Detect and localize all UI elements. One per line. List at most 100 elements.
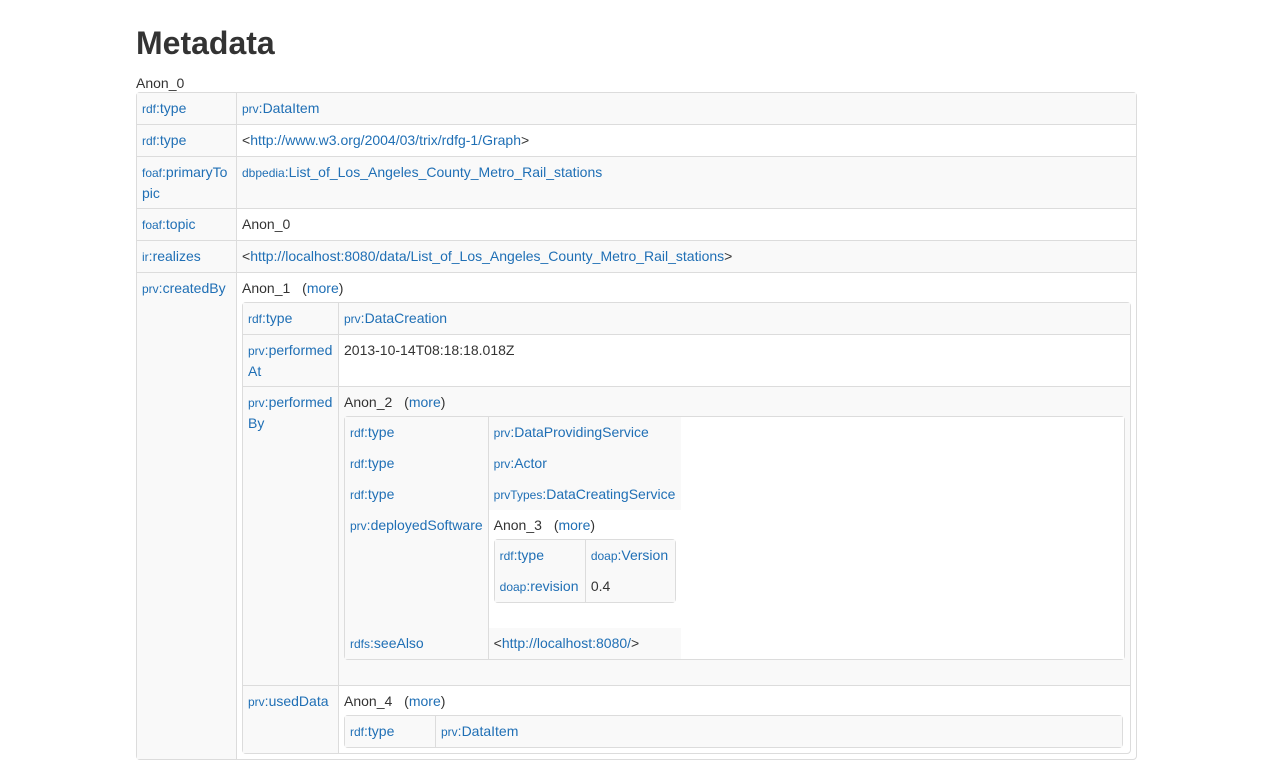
property-link: rdf:type	[499, 547, 545, 563]
subject-label: Anon_0	[136, 75, 185, 91]
property-cell[interactable]: rdf:type	[243, 303, 339, 334]
table-row: rdfs:seeAlso <http://localhost:8080/>	[345, 628, 681, 659]
value-link: prv:DataProvidingService	[493, 424, 649, 440]
node-label: Anon_2	[344, 394, 393, 410]
value-link: prv:DataItem	[441, 723, 519, 739]
value-cell: Anon_2 (more) rdf:type prv:DataProviding…	[339, 386, 1130, 685]
more-link[interactable]: more	[409, 394, 441, 410]
property-link: doap:revision	[499, 578, 579, 594]
property-cell[interactable]: rdf:type	[494, 540, 586, 571]
node-label: Anon_3	[493, 517, 542, 533]
value-link: prv:DataItem	[242, 100, 320, 116]
table-row: prv:performedAt 2013-10-14T08:18:18.018Z	[243, 334, 1130, 386]
property-link: foaf:topic	[142, 216, 196, 232]
table-row: prv:deployedSoftware Anon_3 (more) rdf:t…	[345, 510, 681, 628]
property-cell[interactable]: rdfs:seeAlso	[345, 628, 489, 659]
property-cell[interactable]: prv:performedBy	[243, 386, 339, 685]
value-cell: <http://localhost:8080/data/List_of_Los_…	[237, 240, 1136, 272]
value-cell: 0.4	[585, 571, 675, 602]
table-row: rdf:type prv:DataCreation	[243, 303, 1130, 334]
value-cell: Anon_4 (more) rdf:type prv:DataItem	[339, 685, 1130, 753]
value-cell[interactable]: prv:DataItem	[436, 716, 1122, 747]
more-link[interactable]: more	[409, 693, 441, 709]
property-link: prv:createdBy	[142, 280, 226, 296]
more-toggle: (more)	[553, 517, 596, 533]
property-link: rdf:type	[142, 132, 187, 148]
more-toggle: (more)	[404, 693, 446, 709]
table-row: rdf:type prv:DataItem	[137, 93, 1136, 124]
metadata-table: rdf:type prv:DataItem rdf:type <http://w…	[136, 92, 1137, 760]
property-link: prv:usedData	[248, 693, 329, 709]
value-link: prv:Actor	[493, 455, 547, 471]
property-cell[interactable]: rdf:type	[345, 448, 489, 479]
value-link: dbpedia:List_of_Los_Angeles_County_Metro…	[242, 164, 603, 180]
page-title: Metadata	[136, 25, 275, 61]
property-cell[interactable]: rdf:type	[345, 479, 489, 510]
property-link: rdf:type	[248, 310, 293, 326]
property-cell[interactable]: rdf:type	[137, 124, 237, 156]
table-row: rdf:type prv:Actor	[345, 448, 681, 479]
uri-link[interactable]: http://www.w3.org/2004/03/trix/rdfg-1/Gr…	[250, 132, 521, 148]
value-link: prvTypes:DataCreatingService	[493, 486, 676, 502]
table-row: rdf:type prvTypes:DataCreatingService	[345, 479, 681, 510]
property-cell[interactable]: rdf:type	[345, 716, 436, 747]
value-cell[interactable]: doap:Version	[585, 540, 675, 571]
property-link: rdf:type	[350, 455, 395, 471]
property-link: rdf:type	[350, 424, 395, 440]
property-link: prv:performedBy	[248, 394, 333, 431]
service-table: rdf:type prv:DataProvidingService rdf:ty…	[345, 417, 681, 659]
property-cell[interactable]: rdf:type	[137, 93, 237, 124]
property-cell[interactable]: prv:performedAt	[243, 334, 339, 386]
property-link: ir:realizes	[142, 248, 201, 264]
table-row: rdf:type prv:DataItem	[345, 716, 1122, 747]
property-cell[interactable]: prv:deployedSoftware	[345, 510, 489, 628]
property-cell[interactable]: foaf:primaryTopic	[137, 156, 237, 208]
value-link: prv:DataCreation	[344, 310, 448, 326]
value-cell: <http://www.w3.org/2004/03/trix/rdfg-1/G…	[237, 124, 1136, 156]
property-cell[interactable]: prv:createdBy	[137, 272, 237, 759]
value-cell: Anon_1 (more) rdf:type prv:DataCreation …	[237, 272, 1136, 759]
value-cell: <http://localhost:8080/>	[488, 628, 681, 659]
table-row: doap:revision 0.4	[494, 571, 675, 602]
table-row: rdf:type <http://www.w3.org/2004/03/trix…	[137, 124, 1136, 156]
property-link: rdf:type	[350, 723, 395, 739]
value-cell[interactable]: prv:DataProvidingService	[488, 417, 681, 448]
node-label: Anon_1	[242, 280, 291, 296]
more-toggle: (more)	[404, 394, 446, 410]
more-link[interactable]: more	[558, 517, 590, 533]
more-link[interactable]: more	[307, 280, 339, 296]
nested-table-creation: rdf:type prv:DataCreation prv:performedA…	[242, 302, 1131, 754]
property-link: rdf:type	[142, 100, 187, 116]
value-cell[interactable]: dbpedia:List_of_Los_Angeles_County_Metro…	[237, 156, 1136, 208]
table-row: rdf:type doap:Version	[494, 540, 675, 571]
nested-table-useddata: rdf:type prv:DataItem	[344, 715, 1123, 748]
value-cell[interactable]: prv:DataCreation	[339, 303, 1130, 334]
table-row: prv:createdBy Anon_1 (more) rdf:type prv…	[137, 272, 1136, 759]
table-row: ir:realizes <http://localhost:8080/data/…	[137, 240, 1136, 272]
nested-table-service: rdf:type prv:DataProvidingService rdf:ty…	[344, 416, 1125, 660]
nested-table-software: rdf:type doap:Version doap:revision 0.4	[493, 539, 676, 603]
property-cell[interactable]: rdf:type	[345, 417, 489, 448]
node-label: Anon_4	[344, 693, 393, 709]
property-cell[interactable]: doap:revision	[494, 571, 586, 602]
table-row: prv:performedBy Anon_2 (more) rdf:type p…	[243, 386, 1130, 685]
value-link: doap:Version	[590, 547, 669, 563]
uri-link[interactable]: http://localhost:8080/	[502, 635, 631, 651]
property-cell[interactable]: foaf:topic	[137, 208, 237, 240]
value-cell[interactable]: prv:DataItem	[237, 93, 1136, 124]
table-row: prv:usedData Anon_4 (more) rdf:type prv:…	[243, 685, 1130, 753]
value-cell[interactable]: prv:Actor	[488, 448, 681, 479]
more-toggle: (more)	[302, 280, 344, 296]
property-link: rdf:type	[350, 486, 395, 502]
property-link: foaf:primaryTopic	[142, 164, 228, 201]
property-cell[interactable]: ir:realizes	[137, 240, 237, 272]
property-link: rdfs:seeAlso	[350, 635, 424, 651]
table-row: foaf:primaryTopic dbpedia:List_of_Los_An…	[137, 156, 1136, 208]
value-cell[interactable]: prvTypes:DataCreatingService	[488, 479, 681, 510]
uri-link[interactable]: http://localhost:8080/data/List_of_Los_A…	[250, 248, 724, 264]
value-cell: Anon_3 (more) rdf:type doap:Version doap…	[488, 510, 681, 628]
property-cell[interactable]: prv:usedData	[243, 685, 339, 753]
property-link: prv:performedAt	[248, 342, 333, 379]
property-link: prv:deployedSoftware	[350, 517, 483, 533]
value-cell: Anon_0	[237, 208, 1136, 240]
